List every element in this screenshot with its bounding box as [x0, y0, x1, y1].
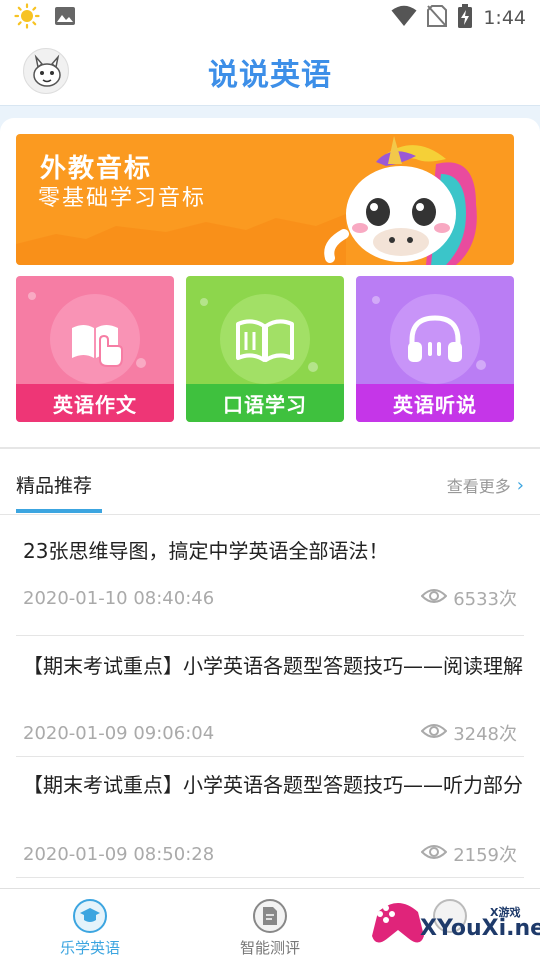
book-hand-icon — [50, 294, 140, 384]
article-meta: 2020-01-09 09:06:04 3248次 — [23, 720, 517, 746]
tile-spoken-english[interactable]: 口语学习 — [186, 276, 344, 422]
article-title: 【期末考试重点】小学英语各题型答题技巧——听力部分 — [23, 773, 523, 797]
headphones-icon — [390, 294, 480, 384]
article-item[interactable]: 【期末考试重点】小学英语各题型答题技巧——听力部分 2020-01-09 08:… — [16, 757, 524, 878]
banner-subtitle: 零基础学习音标 — [38, 186, 207, 211]
eye-icon — [420, 587, 448, 610]
tile-label: 英语作文 — [16, 384, 174, 422]
no-sim-icon — [427, 4, 448, 32]
status-time: 1:44 — [483, 7, 526, 29]
article-item[interactable]: 【期末考试重点】小学英语各题型答题技巧——阅读理解 2020-01-09 09:… — [16, 636, 524, 757]
article-view-count: 6533次 — [453, 589, 517, 610]
decorative-dot — [28, 292, 36, 300]
tab-underline — [16, 509, 102, 513]
image-icon — [54, 5, 76, 31]
view-more-label: 查看更多 — [446, 477, 511, 496]
article-date: 2020-01-09 09:06:04 — [23, 722, 215, 744]
decorative-dot — [200, 298, 208, 306]
open-book-icon — [220, 294, 310, 384]
eye-icon — [420, 843, 448, 866]
article-view-count: 2159次 — [453, 845, 517, 866]
phonetics-banner[interactable]: 外教音标 零基础学习音标 — [16, 134, 514, 265]
tab-featured[interactable]: 精品推荐 — [16, 471, 92, 498]
article-date: 2020-01-09 08:50:28 — [23, 843, 215, 865]
document-check-icon — [253, 899, 287, 933]
tile-english-composition[interactable]: 英语作文 — [16, 276, 174, 422]
section-tabs: 精品推荐 查看更多 › — [0, 449, 540, 515]
nav-item-learn-english[interactable]: 乐学英语 — [0, 889, 180, 960]
gamepad-icon — [372, 903, 424, 943]
wifi-icon — [391, 5, 417, 31]
tile-english-listening[interactable]: 英语听说 — [356, 276, 514, 422]
nav-label: 乐学英语 — [59, 939, 120, 957]
app-title: 说说英语 — [208, 58, 332, 93]
graduation-cap-icon — [73, 899, 107, 933]
article-date: 2020-01-10 08:40:46 — [23, 587, 215, 609]
nav-label: 智能测评 — [239, 939, 300, 957]
chevron-right-icon: › — [516, 474, 524, 496]
unicorn-illustration — [324, 136, 477, 265]
article-views: 2159次 — [420, 841, 517, 867]
view-more-link[interactable]: 查看更多 › — [447, 473, 524, 497]
article-views: 6533次 — [420, 585, 517, 611]
tile-label: 英语听说 — [356, 384, 514, 422]
eye-icon — [420, 722, 448, 745]
article-views: 3248次 — [420, 720, 517, 746]
article-meta: 2020-01-10 08:40:46 6533次 — [23, 585, 517, 611]
decorative-dot — [372, 296, 380, 304]
nav-item-smart-assessment[interactable]: 智能测评 — [180, 889, 360, 960]
article-title: 23张思维导图，搞定中学英语全部语法！ — [23, 539, 389, 563]
tile-label: 口语学习 — [186, 384, 344, 422]
article-meta: 2020-01-09 08:50:28 2159次 — [23, 841, 517, 867]
watermark-text: XYouXi.net — [420, 916, 540, 941]
sun-icon — [14, 3, 40, 33]
watermark-logo: X游戏 XYouXi.net — [368, 882, 540, 960]
article-item[interactable]: 23张思维导图，搞定中学英语全部语法！ 2020-01-10 08:40:46 … — [16, 515, 524, 636]
app-header: 说说英语 — [0, 36, 540, 106]
status-bar: 1:44 — [0, 0, 540, 36]
article-title: 【期末考试重点】小学英语各题型答题技巧——阅读理解 — [23, 654, 523, 678]
battery-charging-icon — [457, 4, 473, 32]
article-view-count: 3248次 — [453, 724, 517, 745]
